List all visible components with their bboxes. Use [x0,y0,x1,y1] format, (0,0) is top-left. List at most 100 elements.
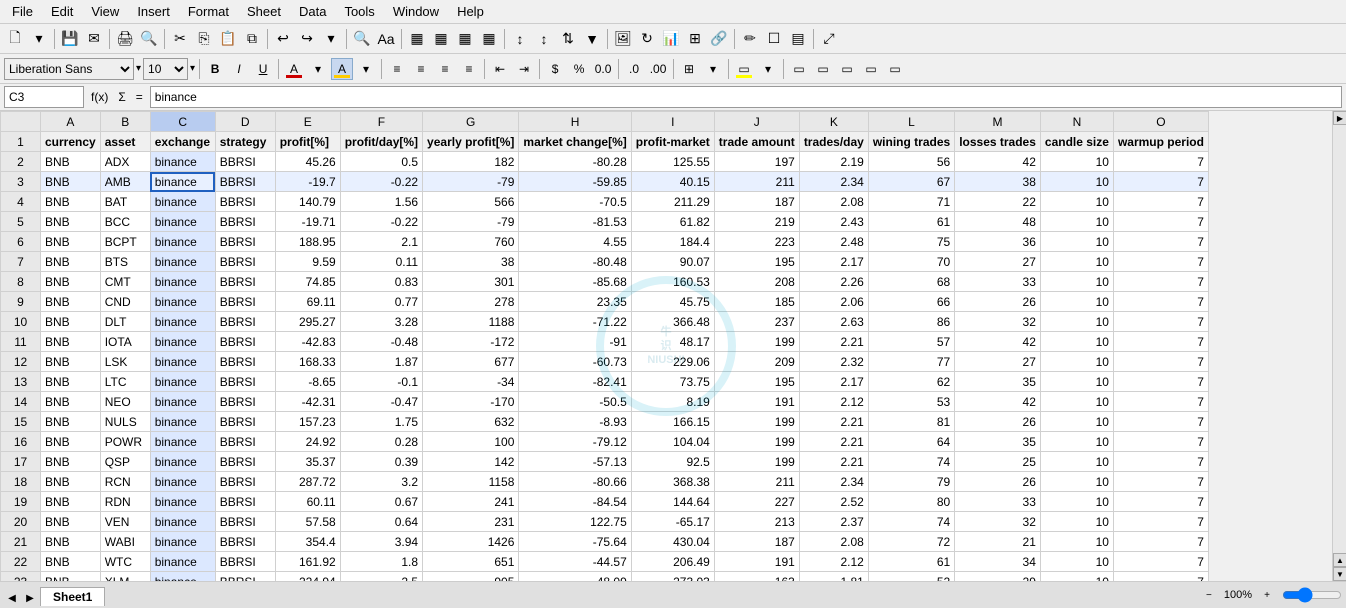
cell-I17[interactable]: 92.5 [631,452,714,472]
cell-I1[interactable]: profit-market [631,132,714,152]
cell-B18[interactable]: RCN [100,472,150,492]
cell-D18[interactable]: BBRSI [215,472,275,492]
cell-A7[interactable]: BNB [41,252,101,272]
redo-btn[interactable]: ↪ [296,28,318,50]
cell-G18[interactable]: 1158 [423,472,519,492]
cell-L2[interactable]: 56 [868,152,954,172]
sheet-area[interactable]: 牛识NIUSHI A B C D E F G H I [0,111,1332,581]
highlight-drop[interactable]: ▾ [355,58,377,80]
save-btn[interactable]: 💾 [59,28,81,50]
cell-A16[interactable]: BNB [41,432,101,452]
cell-J2[interactable]: 197 [714,152,799,172]
cell-O8[interactable]: 7 [1113,272,1208,292]
cell-K6[interactable]: 2.48 [799,232,868,252]
cell-G21[interactable]: 1426 [423,532,519,552]
cell-B7[interactable]: BTS [100,252,150,272]
cell-J15[interactable]: 199 [714,412,799,432]
cell-J9[interactable]: 185 [714,292,799,312]
cell-A22[interactable]: BNB [41,552,101,572]
cell-K9[interactable]: 2.06 [799,292,868,312]
cell-B8[interactable]: CMT [100,272,150,292]
cell-A3[interactable]: BNB [41,172,101,192]
cell-A4[interactable]: BNB [41,192,101,212]
cell-H15[interactable]: -8.93 [519,412,631,432]
cell-H13[interactable]: -82.41 [519,372,631,392]
cell-E5[interactable]: -19.71 [275,212,340,232]
cell-B10[interactable]: DLT [100,312,150,332]
font-size-dropdown-arrow[interactable]: ▾ [190,63,195,74]
cell-K15[interactable]: 2.21 [799,412,868,432]
cell-K16[interactable]: 2.21 [799,432,868,452]
cell-F16[interactable]: 0.28 [340,432,422,452]
formula-input[interactable] [150,86,1342,108]
cell-D2[interactable]: BBRSI [215,152,275,172]
cell-E13[interactable]: -8.65 [275,372,340,392]
cell-G9[interactable]: 278 [423,292,519,312]
cell-O10[interactable]: 7 [1113,312,1208,332]
table2-btn[interactable]: ▦ [430,28,452,50]
bg-color-drop[interactable]: ▾ [757,58,779,80]
cell-B3[interactable]: AMB [100,172,150,192]
cell-B14[interactable]: NEO [100,392,150,412]
cell-I5[interactable]: 61.82 [631,212,714,232]
cell-O4[interactable]: 7 [1113,192,1208,212]
link-btn[interactable]: 🔗 [708,28,730,50]
table1-btn[interactable]: ▦ [406,28,428,50]
cell-J10[interactable]: 237 [714,312,799,332]
filter-btn[interactable]: ▼ [581,28,603,50]
cell-I21[interactable]: 430.04 [631,532,714,552]
col-header-H[interactable]: H [519,112,631,132]
cell-N4[interactable]: 10 [1040,192,1113,212]
row-header-14[interactable]: 14 [1,392,41,412]
cell-D12[interactable]: BBRSI [215,352,275,372]
cell-M3[interactable]: 38 [955,172,1041,192]
cell-E10[interactable]: 295.27 [275,312,340,332]
sort2-btn[interactable]: ↕ [533,28,555,50]
sum-icon[interactable]: Σ [115,90,128,104]
cell-H8[interactable]: -85.68 [519,272,631,292]
menu-format[interactable]: Format [180,2,237,21]
cell-J14[interactable]: 191 [714,392,799,412]
row-header-22[interactable]: 22 [1,552,41,572]
percent-btn[interactable]: % [568,58,590,80]
cell-D3[interactable]: BBRSI [215,172,275,192]
row-header-6[interactable]: 6 [1,232,41,252]
cell-I8[interactable]: 160.53 [631,272,714,292]
cell-J17[interactable]: 199 [714,452,799,472]
cell-L10[interactable]: 86 [868,312,954,332]
cell-M8[interactable]: 33 [955,272,1041,292]
zoom-in-btn[interactable]: + [1256,584,1278,606]
cell-O16[interactable]: 7 [1113,432,1208,452]
cell-F14[interactable]: -0.47 [340,392,422,412]
cell-E19[interactable]: 60.11 [275,492,340,512]
cell-D21[interactable]: BBRSI [215,532,275,552]
cell-C18[interactable]: binance [150,472,215,492]
row-header-17[interactable]: 17 [1,452,41,472]
clone-btn[interactable]: ⧉ [241,28,263,50]
row-header-20[interactable]: 20 [1,512,41,532]
sort3-btn[interactable]: ⇅ [557,28,579,50]
cell-D6[interactable]: BBRSI [215,232,275,252]
cell-O19[interactable]: 7 [1113,492,1208,512]
cell-K19[interactable]: 2.52 [799,492,868,512]
cell-J6[interactable]: 223 [714,232,799,252]
col-header-I[interactable]: I [631,112,714,132]
cell-M11[interactable]: 42 [955,332,1041,352]
cell-F23[interactable]: 2.5 [340,572,422,582]
tab-scroll-right[interactable]: ▶ [22,590,38,606]
cell-B1[interactable]: asset [100,132,150,152]
cell-N15[interactable]: 10 [1040,412,1113,432]
decimal-btn[interactable]: 0.0 [592,58,614,80]
cell-G22[interactable]: 651 [423,552,519,572]
cell-B4[interactable]: BAT [100,192,150,212]
cell-F5[interactable]: -0.22 [340,212,422,232]
cell-F4[interactable]: 1.56 [340,192,422,212]
menu-sheet[interactable]: Sheet [239,2,289,21]
cell-A9[interactable]: BNB [41,292,101,312]
cell-G6[interactable]: 760 [423,232,519,252]
col-header-O[interactable]: O [1113,112,1208,132]
cell-K3[interactable]: 2.34 [799,172,868,192]
cell-C22[interactable]: binance [150,552,215,572]
cell-G2[interactable]: 182 [423,152,519,172]
chart-btn[interactable]: 📊 [660,28,682,50]
